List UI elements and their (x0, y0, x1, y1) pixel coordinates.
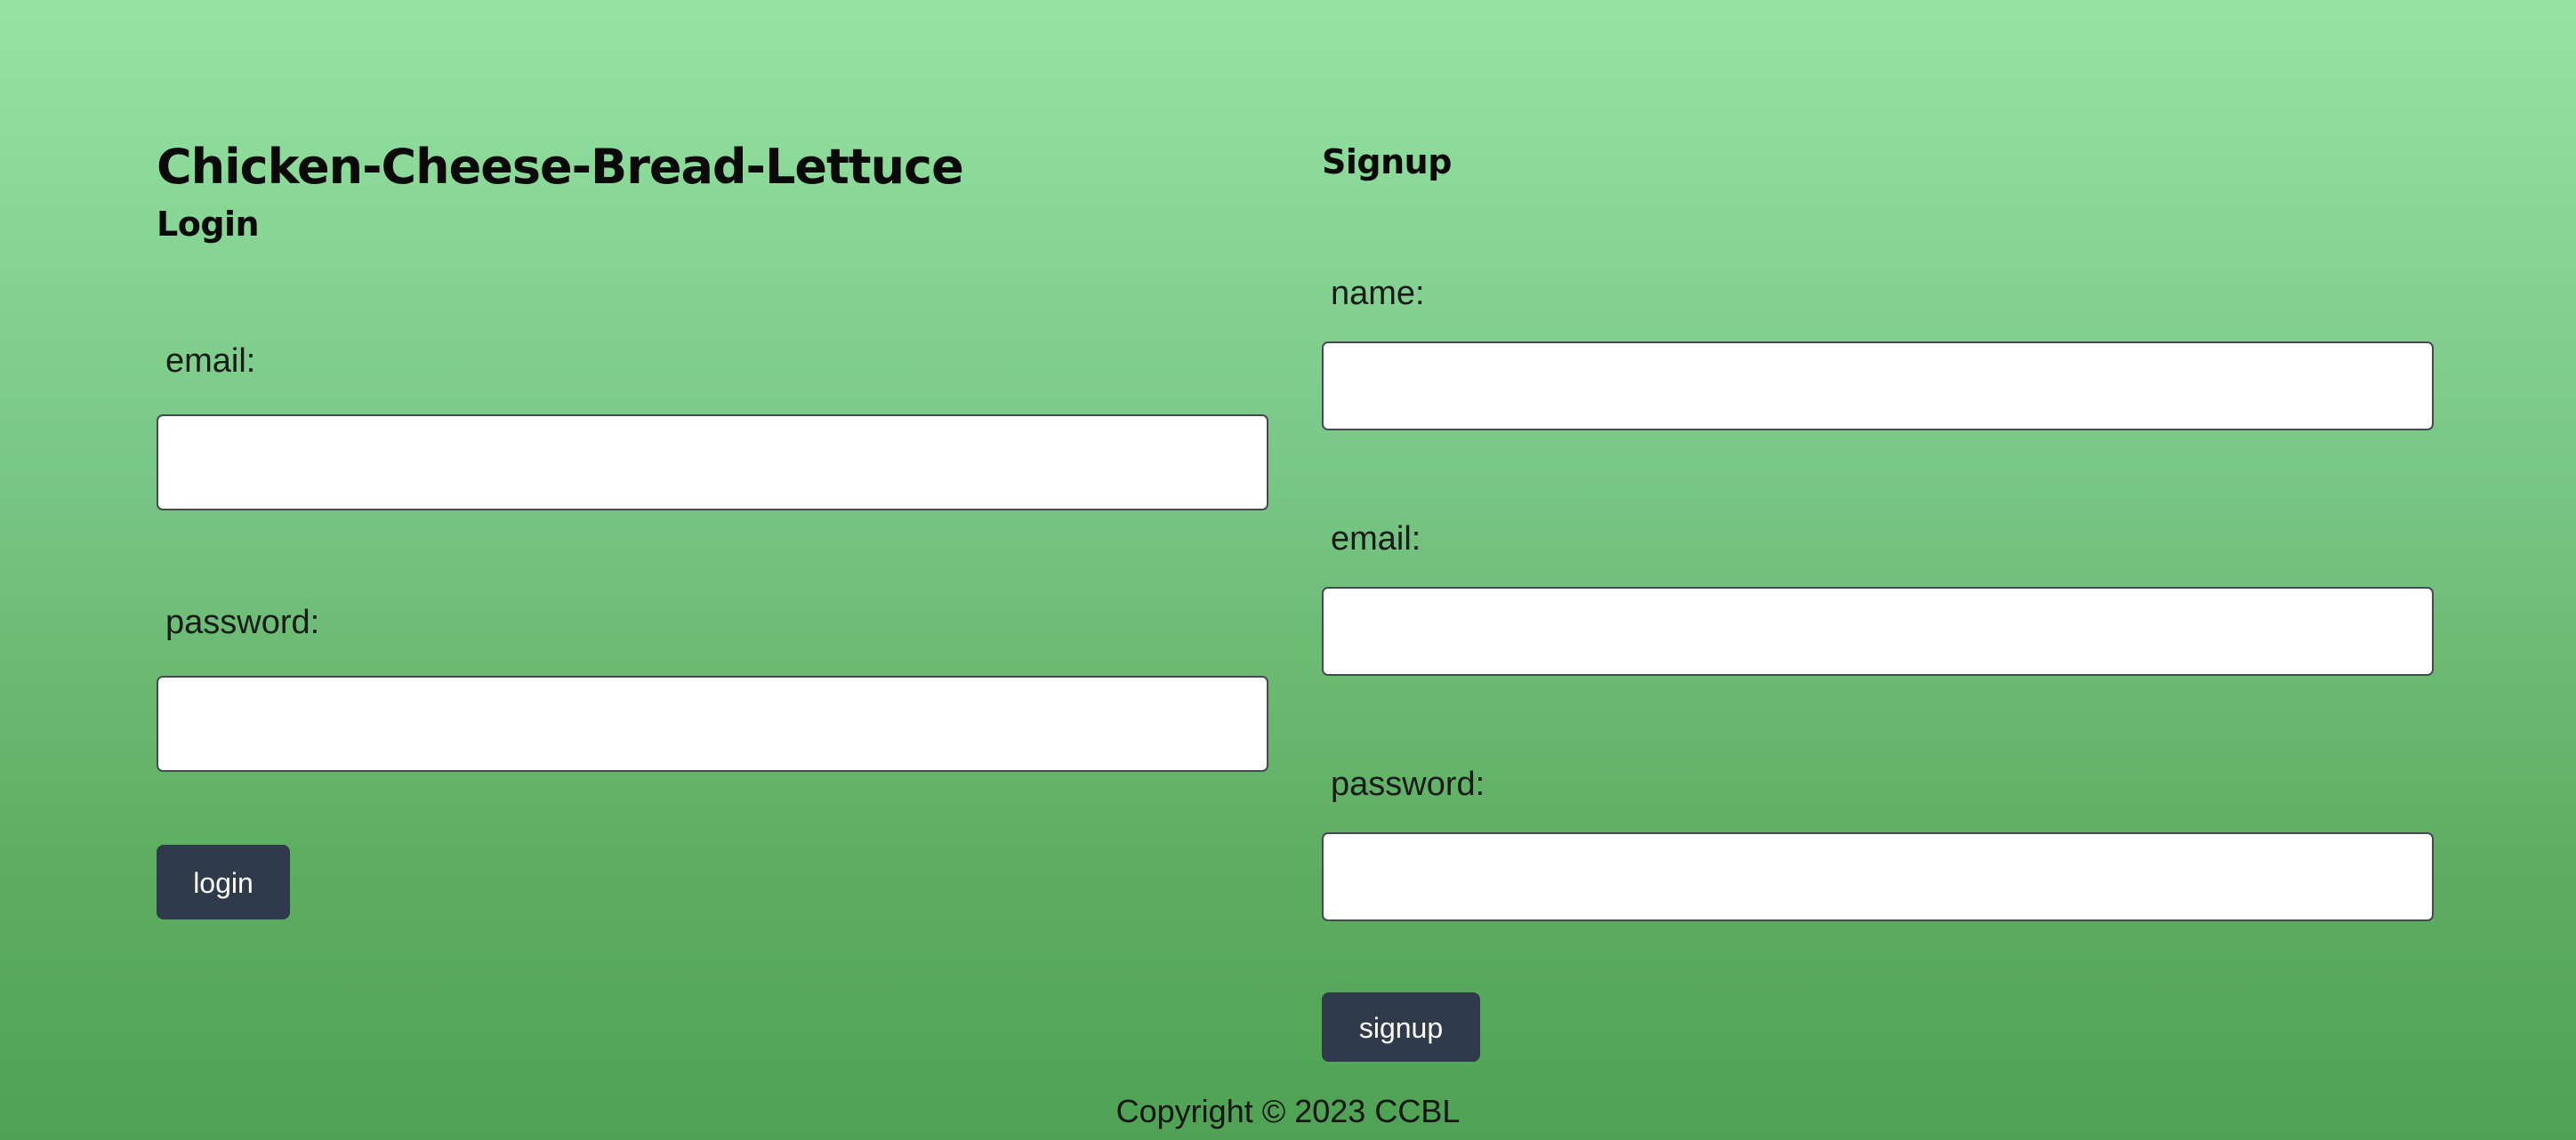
login-email-label: email: (165, 342, 256, 380)
page: Chicken-Cheese-Bread-Lettuce Login email… (0, 0, 2576, 1140)
login-password-label: password: (165, 604, 320, 641)
login-section: Chicken-Cheese-Bread-Lettuce Login email… (157, 133, 1268, 934)
signup-password-input[interactable] (1322, 832, 2434, 921)
footer-copyright: Copyright © 2023 CCBL (1115, 1093, 1461, 1129)
signup-section: Signup name: email: password: signup (1322, 133, 2434, 1067)
signup-button[interactable]: signup (1322, 992, 1480, 1062)
signup-heading: Signup (1322, 142, 1452, 181)
login-password-input[interactable] (157, 676, 1268, 772)
signup-email-label: email: (1331, 520, 1421, 558)
login-email-input[interactable] (157, 414, 1268, 510)
signup-name-input[interactable] (1322, 341, 2434, 430)
login-heading: Login (157, 205, 260, 244)
signup-email-input[interactable] (1322, 587, 2434, 676)
signup-password-label: password: (1331, 766, 1485, 803)
login-button[interactable]: login (157, 845, 290, 919)
signup-name-label: name: (1331, 275, 1425, 312)
site-title: Chicken-Cheese-Bread-Lettuce (157, 139, 964, 195)
